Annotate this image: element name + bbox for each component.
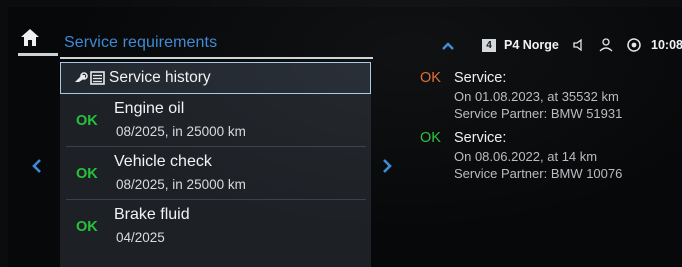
radio-station-label: P4 Norge bbox=[504, 38, 559, 52]
speaker-icon bbox=[571, 37, 587, 53]
history-partner: Service Partner: BMW 51931 bbox=[454, 106, 623, 121]
chevron-up-icon[interactable] bbox=[441, 38, 455, 50]
item-detail: 08/2025, in 25000 km bbox=[116, 124, 246, 139]
page-title: Service requirements bbox=[64, 34, 218, 51]
history-partner: Service Partner: BMW 10076 bbox=[454, 166, 623, 181]
item-detail: 08/2025, in 25000 km bbox=[116, 177, 246, 192]
user-profile-icon bbox=[598, 37, 614, 53]
service-history-button[interactable]: Service history bbox=[60, 62, 371, 94]
radio-preset-badge: 4 bbox=[482, 39, 496, 52]
item-name: Brake fluid bbox=[114, 206, 190, 223]
service-requirements-list: Service history OK Engine oil 08/2025, i… bbox=[60, 62, 371, 267]
status-ok: OK bbox=[420, 70, 441, 86]
next-page-arrow-icon[interactable] bbox=[382, 158, 392, 179]
list-item-brake-fluid[interactable]: OK Brake fluid 04/2025 bbox=[60, 200, 371, 252]
title-underline bbox=[60, 57, 373, 59]
history-title: Service: bbox=[454, 70, 507, 86]
clock: 10:08 bbox=[651, 38, 682, 52]
previous-page-arrow-icon[interactable] bbox=[32, 158, 42, 179]
service-history-icon bbox=[73, 70, 107, 86]
status-ok: OK bbox=[76, 219, 98, 235]
history-title: Service: bbox=[454, 130, 507, 146]
list-item-engine-oil[interactable]: OK Engine oil 08/2025, in 25000 km bbox=[60, 94, 371, 146]
item-name: Vehicle check bbox=[114, 153, 212, 170]
status-ok: OK bbox=[76, 166, 98, 182]
item-detail: 04/2025 bbox=[116, 230, 165, 245]
status-ok: OK bbox=[76, 113, 98, 129]
connected-services-icon bbox=[626, 37, 642, 53]
history-date: On 08.06.2022, at 14 km bbox=[454, 149, 598, 164]
status-ok: OK bbox=[420, 130, 441, 146]
history-date: On 01.08.2023, at 35532 km bbox=[454, 89, 619, 104]
list-item-vehicle-check[interactable]: OK Vehicle check 08/2025, in 25000 km bbox=[60, 147, 371, 199]
service-history-label: Service history bbox=[109, 69, 211, 86]
home-icon[interactable] bbox=[20, 27, 40, 49]
item-name: Engine oil bbox=[114, 100, 185, 117]
home-tab-indicator bbox=[18, 53, 58, 56]
